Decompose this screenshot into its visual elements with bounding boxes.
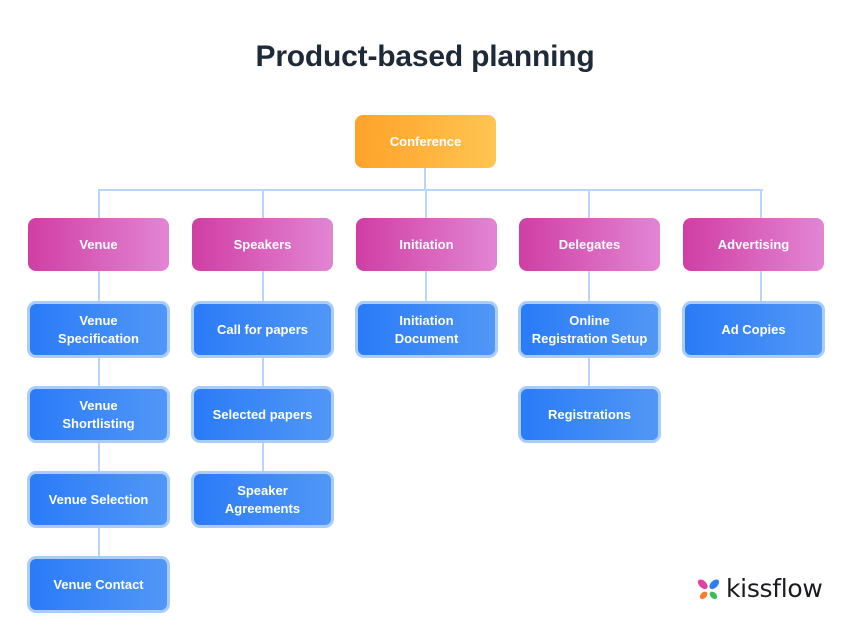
connector-venue-top <box>98 189 100 219</box>
diagram-canvas: Product-based planning Conference Venue … <box>0 0 850 631</box>
node-ad-copies: Ad Copies <box>682 301 825 358</box>
logo-petal-magenta <box>697 578 708 589</box>
node-venue-shortlisting: Venue Shortlisting <box>27 386 170 443</box>
node-initiation-document: Initiation Document <box>355 301 498 358</box>
node-venue-specification: Venue Specification <box>27 301 170 358</box>
connector-advertising-chain <box>760 271 762 302</box>
connector-delegates-top <box>588 189 590 219</box>
node-call-for-papers: Call for papers <box>191 301 334 358</box>
node-initiation: Initiation <box>356 218 497 271</box>
node-venue-contact: Venue Contact <box>27 556 170 613</box>
logo-petal-blue <box>709 578 720 589</box>
connector-initiation-chain <box>425 271 427 302</box>
node-conference: Conference <box>355 115 496 168</box>
node-online-registration-setup: Online Registration Setup <box>518 301 661 358</box>
node-delegates: Delegates <box>519 218 660 271</box>
kissflow-butterfly-icon <box>697 578 720 599</box>
brand-name: kissflow <box>726 574 823 603</box>
connector-root-stem <box>424 168 426 191</box>
connector-speakers-top <box>262 189 264 219</box>
node-selected-papers: Selected papers <box>191 386 334 443</box>
node-venue: Venue <box>28 218 169 271</box>
logo-petal-green <box>709 591 718 599</box>
node-venue-selection: Venue Selection <box>27 471 170 528</box>
connector-horizontal-bar <box>98 189 763 191</box>
node-registrations: Registrations <box>518 386 661 443</box>
connector-initiation-top <box>425 189 427 219</box>
node-advertising: Advertising <box>683 218 824 271</box>
node-speaker-agreements: Speaker Agreements <box>191 471 334 528</box>
node-speakers: Speakers <box>192 218 333 271</box>
kissflow-logo: kissflow <box>696 574 823 604</box>
logo-petal-orange <box>699 591 708 599</box>
diagram-title: Product-based planning <box>255 40 595 73</box>
connector-advertising-top <box>760 189 762 219</box>
